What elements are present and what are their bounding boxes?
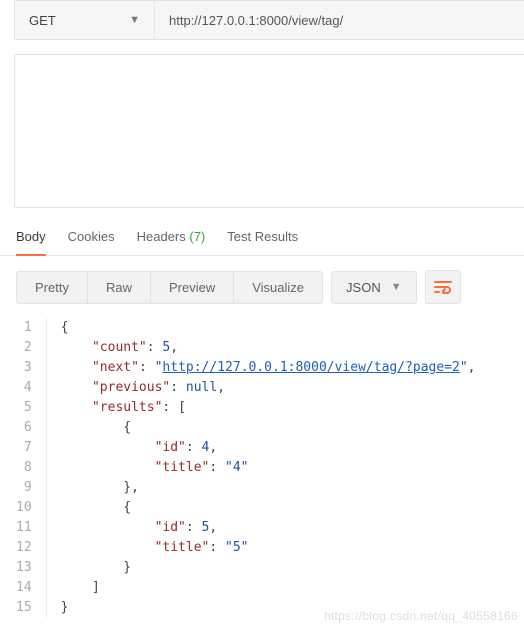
url-input[interactable] [155,1,524,39]
json-code[interactable]: { "count": 5, "next": "http://127.0.0.1:… [47,318,476,618]
view-mode-segment: Pretty Raw Preview Visualize [16,271,323,304]
format-value: JSON [346,280,381,295]
view-mode-raw[interactable]: Raw [88,272,151,303]
watermark: https://blog.csdn.net/qq_40558166 [324,609,518,623]
request-bar: GET ▼ [14,0,524,40]
chevron-down-icon: ▼ [129,14,140,26]
view-mode-pretty[interactable]: Pretty [17,272,88,303]
chevron-down-icon: ▼ [391,281,402,293]
http-method-select[interactable]: GET ▼ [15,1,155,39]
tab-headers-count: (7) [189,229,205,244]
line-gutter: 123456789101112131415 [16,318,47,618]
http-method-value: GET [29,13,56,28]
wrap-lines-button[interactable] [425,270,461,304]
tab-headers-label: Headers [137,229,186,244]
wrap-icon [434,280,452,294]
tab-headers[interactable]: Headers (7) [137,219,206,254]
response-preview-blank [14,54,524,208]
format-select[interactable]: JSON ▼ [331,271,417,304]
view-controls: Pretty Raw Preview Visualize JSON ▼ [0,256,524,318]
tab-body[interactable]: Body [16,219,46,256]
response-tabs: Body Cookies Headers (7) Test Results [0,218,524,256]
tab-cookies[interactable]: Cookies [68,219,115,254]
view-mode-visualize[interactable]: Visualize [234,272,322,303]
tab-test-results[interactable]: Test Results [227,219,298,254]
view-mode-preview[interactable]: Preview [151,272,234,303]
response-body: 123456789101112131415 { "count": 5, "nex… [0,318,524,618]
